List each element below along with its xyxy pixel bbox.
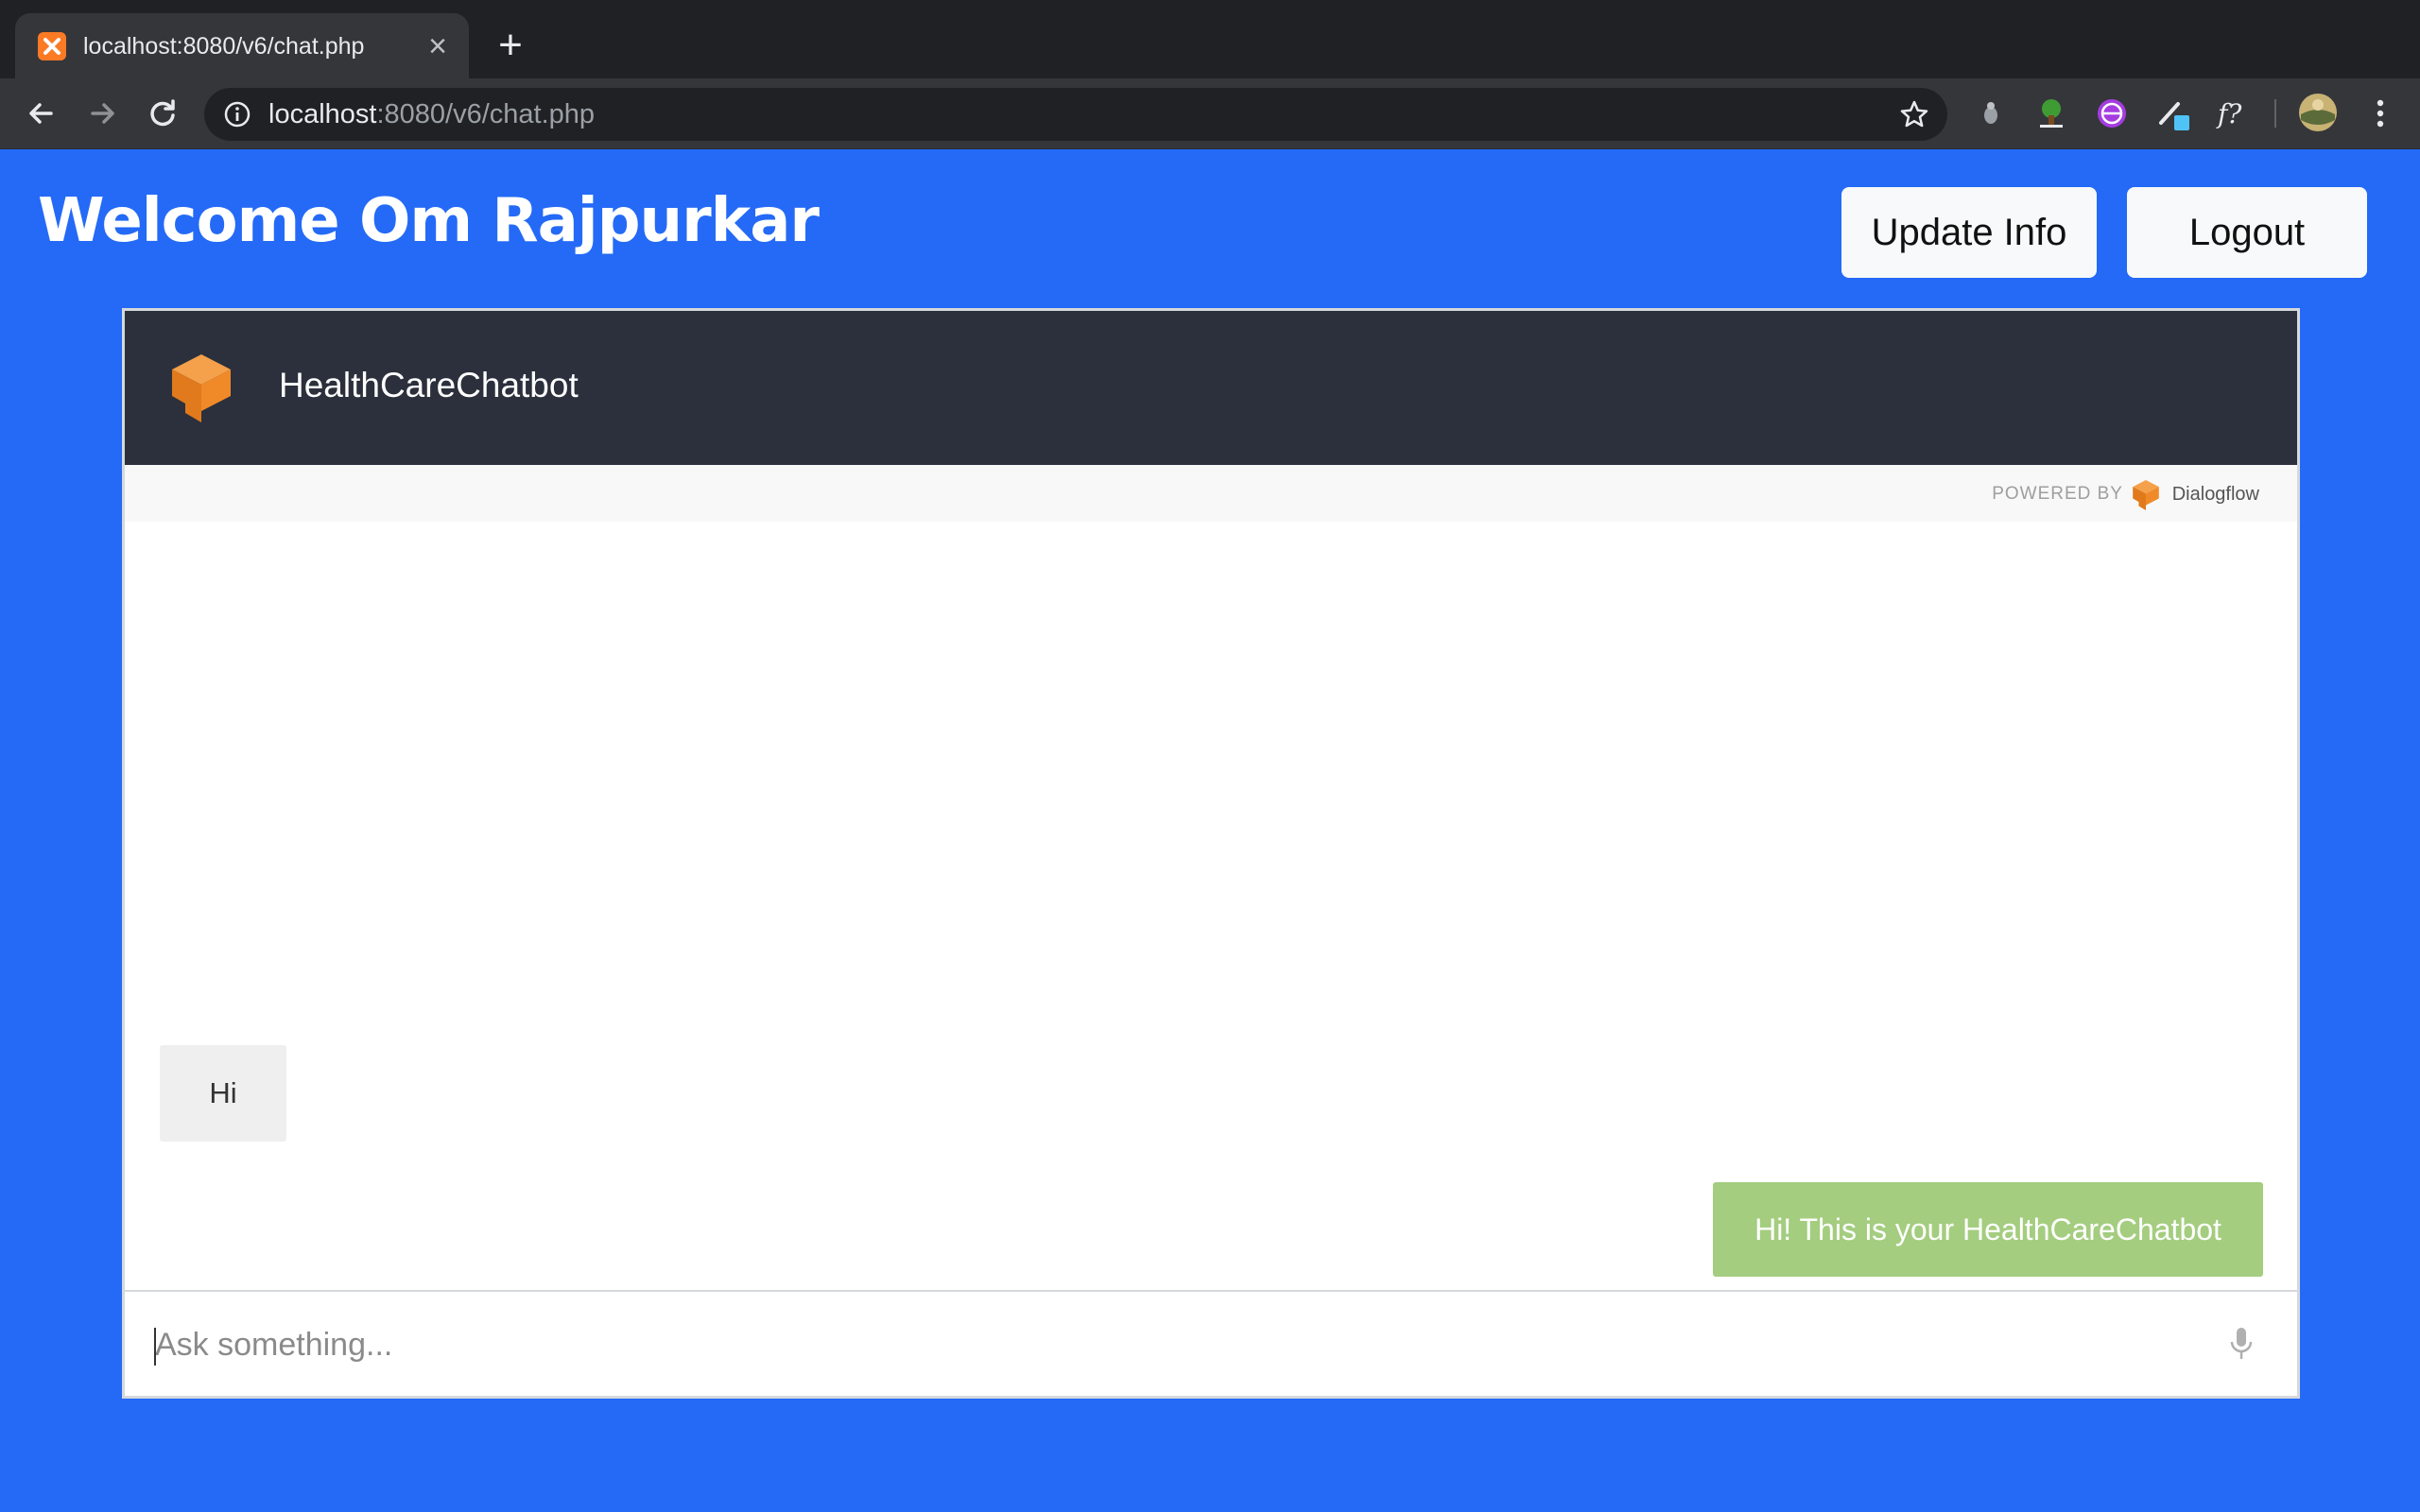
svg-text:f?: f? [2216, 98, 2242, 129]
bot-message: Hi! This is your HealthCareChatbot [1713, 1182, 2263, 1277]
info-icon[interactable] [223, 100, 251, 129]
powered-by-bar: POWERED BY Dialogflow [125, 465, 2297, 522]
chat-input-bar [125, 1290, 2297, 1396]
browser-tab-strip: localhost:8080/v6/chat.php × + [0, 0, 2420, 78]
logout-button[interactable]: Logout [2127, 187, 2367, 278]
update-info-button[interactable]: Update Info [1841, 187, 2097, 278]
chat-widget: HealthCareChatbot POWERED BY Dialogflow … [122, 308, 2300, 1399]
tree-extension-icon[interactable] [2032, 94, 2070, 132]
eyedropper-extension-icon[interactable] [2153, 94, 2191, 132]
arrow-right-icon[interactable] [81, 93, 123, 134]
kebab-menu-icon[interactable] [2361, 94, 2399, 132]
reload-icon[interactable] [142, 93, 183, 134]
browser-toolbar: localhost:8080/v6/chat.php f? [0, 78, 2420, 149]
extension-icon[interactable] [1972, 94, 2010, 132]
function-extension-icon[interactable]: f? [2214, 94, 2252, 132]
address-bar[interactable]: localhost:8080/v6/chat.php [204, 88, 1947, 141]
new-tab-icon[interactable]: + [490, 25, 531, 68]
network-extension-icon[interactable] [2093, 94, 2131, 132]
user-message: Hi [160, 1045, 286, 1142]
dialogflow-logo-icon [172, 354, 231, 427]
arrow-left-icon[interactable] [21, 93, 62, 134]
dialogflow-small-icon [2133, 480, 2159, 515]
text-caret [154, 1328, 156, 1366]
chat-header: HealthCareChatbot [125, 311, 2297, 465]
profile-avatar[interactable] [2297, 92, 2337, 131]
chat-input[interactable] [155, 1316, 2187, 1373]
powered-by-brand: Dialogflow [2171, 484, 2259, 505]
url-host: localhost [268, 99, 377, 129]
xampp-icon [38, 32, 66, 60]
address-url: localhost:8080/v6/chat.php [268, 100, 595, 129]
tab-title: localhost:8080/v6/chat.php [83, 33, 365, 60]
star-icon[interactable] [1898, 98, 1930, 130]
browser-tab[interactable]: localhost:8080/v6/chat.php × [15, 13, 469, 78]
powered-by-label: POWERED BY [1992, 484, 2123, 504]
close-tab-icon[interactable]: × [422, 30, 454, 62]
toolbar-separator [2274, 99, 2276, 128]
url-path: :8080/v6/chat.php [376, 99, 596, 129]
welcome-heading: Welcome Om Rajpurkar [38, 186, 820, 256]
microphone-icon[interactable] [2229, 1326, 2254, 1366]
bot-name: HealthCareChatbot [279, 366, 579, 404]
